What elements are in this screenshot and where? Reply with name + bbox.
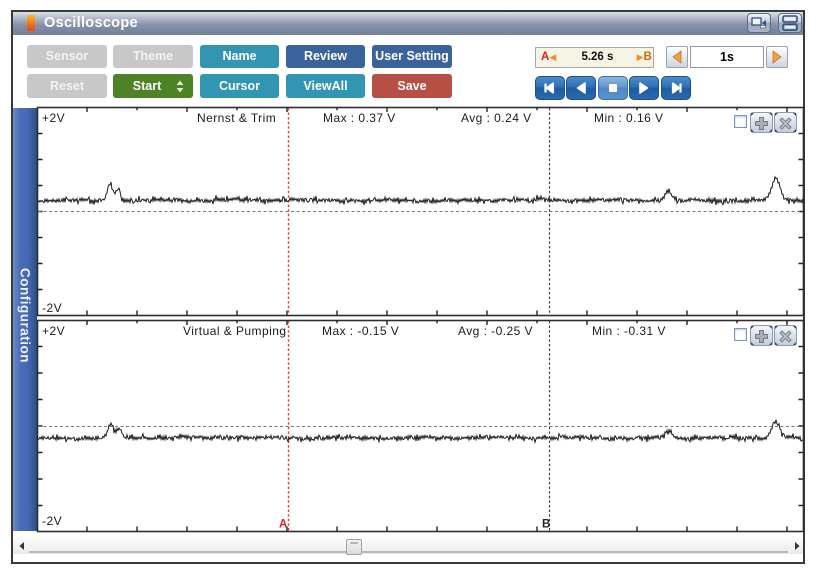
svg-text:A: A — [279, 519, 287, 531]
svg-text:B: B — [542, 519, 550, 531]
